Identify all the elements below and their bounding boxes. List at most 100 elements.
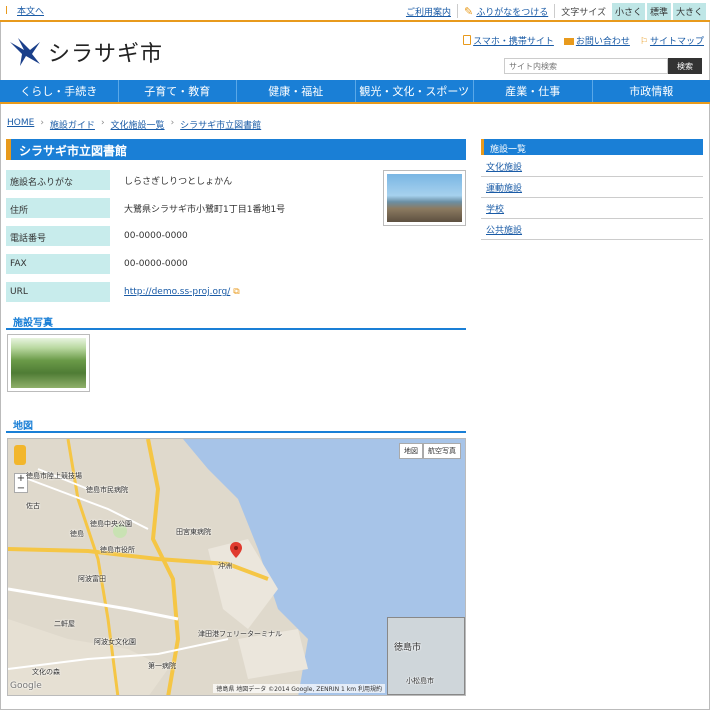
copyright-text: 徳島県 地図データ ©2014 Google, ZENRIN (216, 686, 340, 693)
site-name: シラサギ市 (48, 42, 164, 67)
map-label: 二軒屋 (54, 620, 75, 628)
contact-link-wrap: お問い合わせ (563, 34, 630, 47)
divider (554, 4, 556, 18)
font-size-normal-button[interactable]: 標準 (646, 2, 671, 20)
minimap-label: 徳島市 (394, 643, 422, 653)
info-row-furigana: 施設名ふりがな しらさぎしりつとしょかん (6, 170, 376, 190)
info-value-wrap: http://demo.ss-proj.org/ ⧉ (124, 287, 240, 297)
map-copyright: 徳島県 地図データ ©2014 Google, ZENRIN 1 km 利用規約 (213, 684, 385, 693)
chevron-right-icon: › (170, 118, 175, 128)
map-label: 田宮東病院 (176, 528, 211, 536)
map-label: 徳島市役所 (100, 546, 135, 554)
park-photo (11, 338, 86, 388)
map-section-heading: 地図 (6, 415, 466, 433)
pencil-icon: ✎ (463, 4, 474, 18)
map-label: 阿波女文化園 (94, 638, 136, 646)
map-label: 沖洲 (218, 562, 232, 570)
info-key: 施設名ふりがな (6, 170, 110, 190)
map-label: 徳島 (70, 530, 84, 538)
map-type-map-button[interactable]: 地図 (399, 443, 423, 459)
google-logo: Google (10, 681, 42, 691)
map-label: 徳島市陸上競技場 (26, 472, 82, 480)
map-label: 徳島中央公園 (90, 520, 132, 528)
font-size-small-button[interactable]: 小さく (611, 2, 645, 20)
map-terms-link[interactable]: 利用規約 (358, 686, 382, 693)
nav-city-info[interactable]: 市政情報 (593, 80, 710, 102)
info-key: 住所 (6, 198, 110, 218)
sidebar-item-label[interactable]: 公共施設 (486, 226, 522, 236)
map-scale: 1 km (341, 686, 357, 693)
google-map[interactable]: 地図 航空写真 + − 徳島市陸上競技場 徳島市民病院 徳島中央公園 田宮東病院 … (7, 438, 466, 696)
map-label: 佐古 (26, 502, 40, 510)
breadcrumb-home[interactable]: HOME (7, 118, 34, 131)
breadcrumb-culture-list[interactable]: 文化施設一覧 (111, 118, 165, 131)
furigana-link[interactable]: ふりがなをつける (476, 5, 548, 18)
info-value: しらさぎしりつとしょかん (124, 176, 233, 187)
map-label: 第一病院 (148, 662, 176, 670)
location-pin-icon[interactable] (230, 542, 242, 558)
sidebar-item-school[interactable]: 学校 (481, 198, 703, 219)
heron-logo-icon (10, 38, 40, 66)
page-title: シラサギ市立図書館 (6, 139, 466, 160)
facility-photo[interactable] (7, 334, 90, 392)
map-label: 徳島市民病院 (86, 486, 128, 494)
utility-bar: 本文へ ご利用案内 ✎ ふりがなをつける 文字サイズ 小さく 標準 大きく (0, 0, 710, 22)
info-row-address: 住所 大鷺県シラサギ市小鷺町1丁目1番地1号 (6, 198, 376, 218)
breadcrumb: HOME › 施設ガイド › 文化施設一覧 › シラサギ市立図書館 (7, 118, 261, 131)
sidebar-item-sports[interactable]: 運動施設 (481, 177, 703, 198)
breadcrumb-facility-guide[interactable]: 施設ガイド (50, 118, 95, 131)
sidebar-item-label[interactable]: 学校 (486, 205, 504, 215)
info-key: 電話番号 (6, 226, 110, 246)
search-input[interactable] (504, 58, 668, 74)
overview-minimap[interactable]: 徳島市 小松島市 (387, 617, 465, 695)
mobile-site-link[interactable]: スマホ・携帯サイト (473, 37, 554, 47)
nav-childcare[interactable]: 子育て・教育 (119, 80, 237, 102)
sidebar-heading: 施設一覧 (481, 139, 703, 155)
info-key: URL (6, 282, 110, 302)
info-row-url: URL http://demo.ss-proj.org/ ⧉ (6, 282, 376, 302)
sitemap-link[interactable]: サイトマップ (650, 37, 704, 47)
map-label: 津田港フェリーターミナル (198, 630, 282, 638)
street-view-pegman-icon[interactable] (14, 445, 26, 465)
sitemap-icon: ⚐ (639, 37, 648, 47)
divider (456, 4, 458, 18)
nav-living[interactable]: くらし・手続き (0, 80, 119, 102)
external-link-icon: ⧉ (233, 287, 240, 297)
skip-link-wrap: 本文へ (6, 4, 44, 17)
contact-link[interactable]: お問い合わせ (576, 37, 630, 47)
nav-industry[interactable]: 産業・仕事 (474, 80, 593, 102)
chevron-right-icon: › (100, 118, 105, 128)
phone-icon (463, 35, 472, 45)
site-logo[interactable]: シラサギ市 (8, 36, 163, 68)
font-size-large-button[interactable]: 大きく (672, 2, 706, 20)
sidebar-item-culture[interactable]: 文化施設 (481, 156, 703, 177)
sidebar-item-label[interactable]: 運動施設 (486, 184, 522, 194)
beach-photo (387, 174, 462, 222)
info-row-fax: FAX 00-0000-0000 (6, 254, 376, 274)
sitemap-link-wrap: ⚐ サイトマップ (640, 34, 704, 47)
info-value: 大鷺県シラサギ市小鷺町1丁目1番地1号 (124, 204, 286, 215)
nav-health[interactable]: 健康・福祉 (237, 80, 356, 102)
mobile-site-link-wrap: スマホ・携帯サイト (463, 34, 554, 47)
minimap-label: 小松島市 (406, 677, 434, 685)
sidebar-item-public[interactable]: 公共施設 (481, 219, 703, 240)
global-nav: くらし・手続き 子育て・教育 健康・福祉 観光・文化・スポーツ 産業・仕事 市政… (0, 80, 710, 104)
facility-url-link[interactable]: http://demo.ss-proj.org/ (124, 287, 230, 297)
header-links: スマホ・携帯サイト お問い合わせ ⚐ サイトマップ (463, 34, 704, 47)
font-size-label: 文字サイズ (561, 7, 606, 18)
search-button[interactable]: 検索 (668, 58, 702, 74)
skip-to-content-link[interactable]: 本文へ (17, 7, 44, 17)
skip-icon (6, 6, 14, 14)
info-key: FAX (6, 254, 110, 274)
nav-tourism[interactable]: 観光・文化・スポーツ (356, 80, 474, 102)
guide-link[interactable]: ご利用案内 (406, 5, 451, 18)
utility-right: ご利用案内 ✎ ふりがなをつける 文字サイズ 小さく 標準 大きく (406, 2, 706, 20)
site-search: 検索 (504, 58, 702, 74)
sidebar-item-label[interactable]: 文化施設 (486, 163, 522, 173)
mail-icon (563, 38, 574, 45)
facility-thumbnail[interactable] (383, 170, 466, 226)
map-type-control: 地図 航空写真 (399, 443, 461, 459)
breadcrumb-current[interactable]: シラサギ市立図書館 (180, 118, 261, 131)
map-type-satellite-button[interactable]: 航空写真 (423, 443, 461, 459)
map-label: 文化の森 (32, 668, 60, 676)
